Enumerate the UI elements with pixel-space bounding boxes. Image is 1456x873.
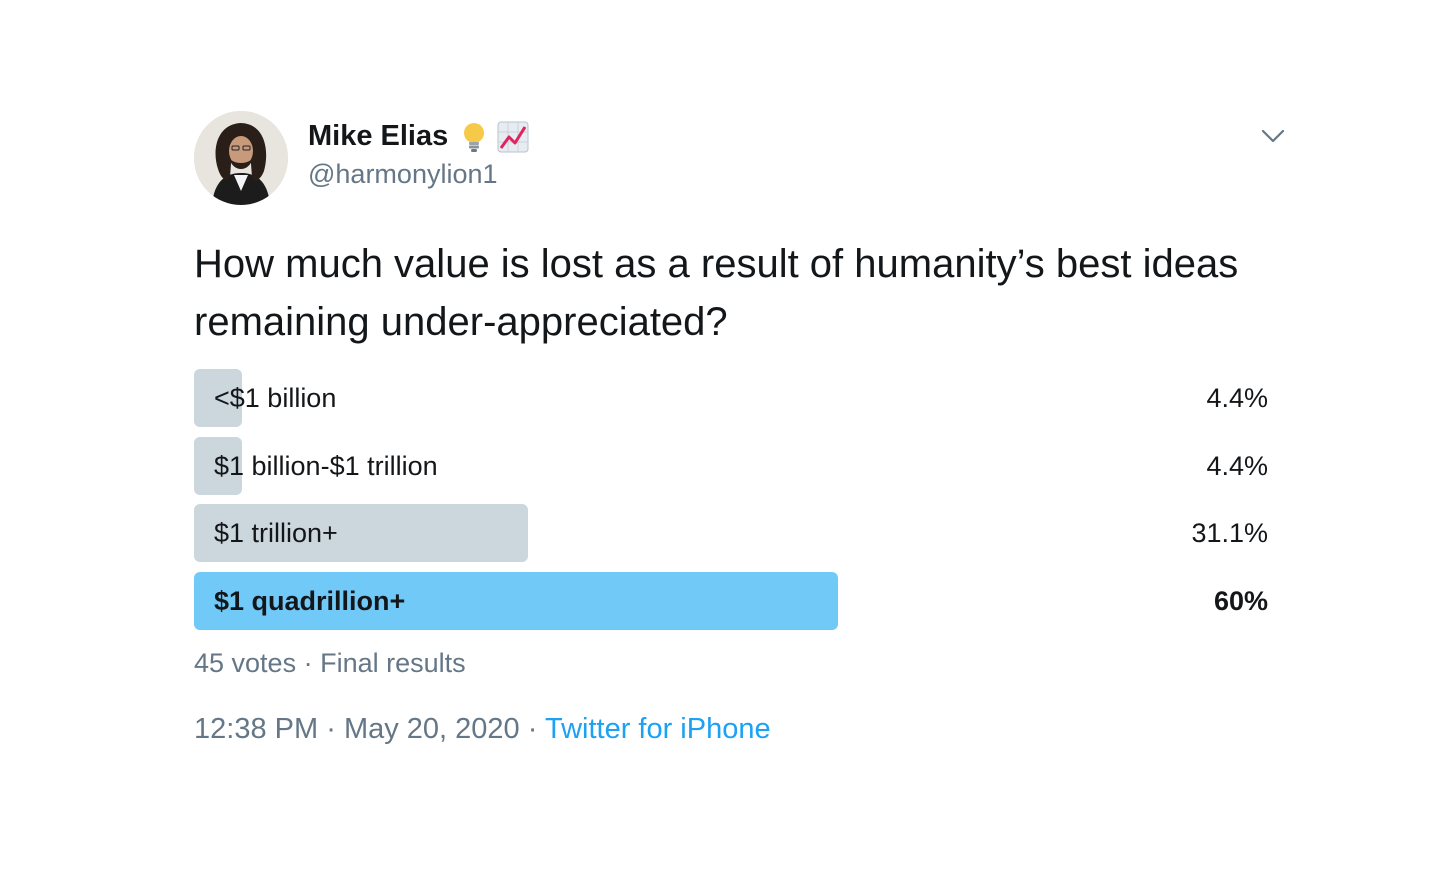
poll-option-winner: $1 quadrillion+ 60% — [194, 571, 1268, 630]
avatar-image — [194, 111, 288, 205]
poll-option: <$1 billion 4.4% — [194, 369, 1268, 427]
author-handle[interactable]: @harmonylion1 — [308, 159, 498, 190]
poll-option-label: $1 quadrillion+ — [214, 585, 406, 616]
chevron-down-icon[interactable] — [1258, 122, 1288, 148]
poll-option-percent: 60% — [1213, 585, 1268, 616]
separator: · — [326, 713, 336, 745]
poll-option-percent: 4.4% — [1206, 383, 1268, 413]
separator: · — [527, 713, 538, 745]
poll-vote-count: 45 votes — [194, 648, 297, 678]
poll-option-label: <$1 billion — [214, 383, 337, 413]
tweet-meta: 12:38 PM · May 20, 2020 · Twitter for iP… — [194, 713, 771, 746]
poll-option: $1 trillion+ 31.1% — [194, 504, 1268, 562]
tweet-time[interactable]: 12:38 PM — [194, 713, 318, 745]
chart-increasing-emoji-icon — [496, 120, 530, 154]
separator: · — [303, 648, 313, 678]
author-display-name[interactable]: Mike Elias — [308, 120, 448, 153]
tweet-text: How much value is lost as a result of hu… — [194, 242, 1239, 344]
tweet-card: Mike Elias @harmonylion1 How much value … — [0, 0, 1456, 873]
tweet-source-link[interactable]: Twitter for iPhone — [545, 713, 771, 745]
avatar[interactable] — [194, 111, 288, 205]
poll: <$1 billion 4.4% $1 billion-$1 trillion … — [194, 369, 1268, 639]
poll-option: $1 billion-$1 trillion 4.4% — [194, 436, 1268, 495]
lightbulb-emoji-icon — [457, 120, 491, 154]
tweet-date[interactable]: May 20, 2020 — [344, 713, 520, 745]
poll-option-percent: 4.4% — [1206, 450, 1268, 481]
poll-option-percent: 31.1% — [1191, 518, 1268, 548]
poll-status: Final results — [320, 648, 466, 678]
poll-option-label: $1 billion-$1 trillion — [214, 450, 438, 481]
poll-option-label: $1 trillion+ — [214, 518, 338, 548]
poll-summary: 45 votes · Final results — [194, 648, 466, 679]
